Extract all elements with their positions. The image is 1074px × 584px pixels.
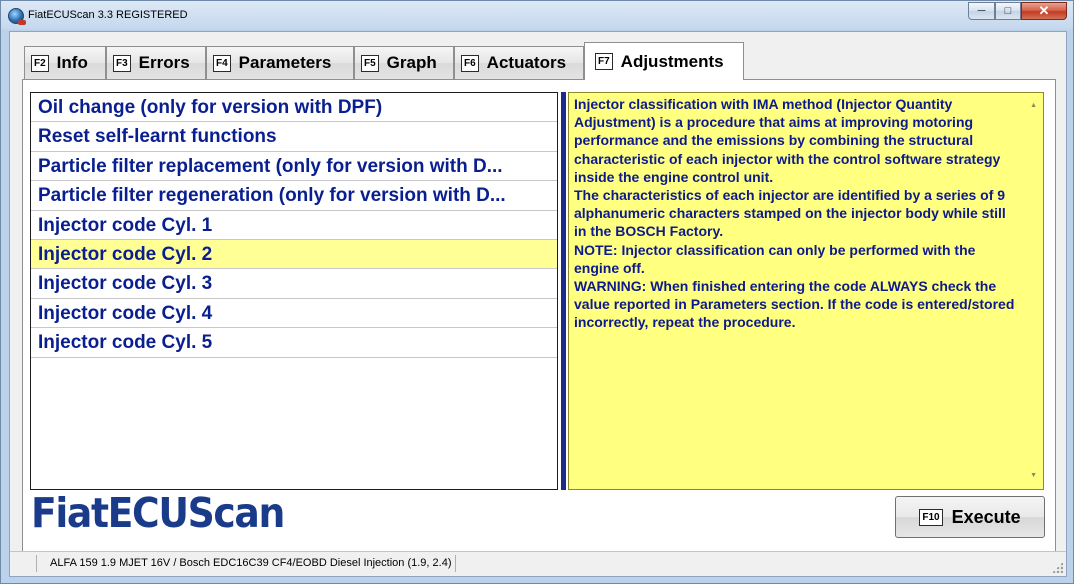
description-box: Injector classification with IMA method …: [568, 92, 1044, 490]
adjustments-panel: Oil change (only for version with DPF) R…: [22, 79, 1056, 570]
maximize-button[interactable]: □: [995, 2, 1021, 20]
tab-hotkey: F6: [461, 54, 479, 72]
tab-label: Actuators: [486, 53, 567, 72]
tab-label: Parameters: [238, 53, 332, 72]
adjustments-list[interactable]: Oil change (only for version with DPF) R…: [30, 92, 558, 490]
list-item-selected[interactable]: Injector code Cyl. 2: [31, 239, 557, 270]
scroll-down-icon[interactable]: ▼: [1030, 467, 1037, 485]
tab-adjustments[interactable]: F7 Adjustments: [584, 42, 744, 80]
list-item[interactable]: Oil change (only for version with DPF): [31, 93, 557, 123]
close-button[interactable]: ✕: [1021, 2, 1067, 20]
execute-hotkey: F10: [919, 508, 943, 526]
status-bar: ALFA 159 1.9 MJET 16V / Bosch EDC16C39 C…: [10, 551, 1066, 576]
tab-hotkey: F4: [213, 54, 231, 72]
app-window: FiatECUScan 3.3 REGISTERED ─ □ ✕ F2 Info…: [0, 0, 1074, 584]
tab-hotkey: F3: [113, 54, 131, 72]
tab-label: Info: [56, 53, 88, 72]
description-paragraph: The characteristics of each injector are…: [574, 187, 1006, 240]
tab-errors[interactable]: F3 Errors: [106, 46, 206, 79]
minimize-button[interactable]: ─: [968, 2, 995, 20]
tab-hotkey: F7: [595, 53, 613, 70]
description-warning: WARNING: When finished entering the code…: [574, 278, 1015, 331]
list-item[interactable]: Injector code Cyl. 3: [31, 269, 557, 299]
title-bar[interactable]: FiatECUScan 3.3 REGISTERED ─ □ ✕: [1, 1, 1073, 31]
panel-splitter[interactable]: [561, 92, 566, 490]
fiatecuscan-logo: FiatECUScan: [31, 489, 285, 537]
tab-parameters[interactable]: F4 Parameters: [206, 46, 354, 79]
list-item[interactable]: Reset self-learnt functions: [31, 122, 557, 152]
description-paragraph: Injector classification with IMA method …: [574, 96, 1001, 185]
vehicle-info: ALFA 159 1.9 MJET 16V / Bosch EDC16C39 C…: [36, 555, 456, 572]
maximize-icon: □: [1004, 5, 1012, 17]
tab-hotkey: F2: [31, 54, 49, 72]
execute-button[interactable]: F10 Execute: [895, 496, 1045, 538]
description-note: NOTE: Injector classification can only b…: [574, 241, 976, 276]
tab-label: Errors: [138, 53, 190, 72]
window-title: FiatECUScan 3.3 REGISTERED: [28, 9, 188, 21]
execute-label: Execute: [951, 506, 1021, 527]
list-item[interactable]: Particle filter regeneration (only for v…: [31, 181, 557, 211]
client-area: F2 Info F3 Errors F4 Parameters F5 Graph…: [9, 31, 1067, 577]
list-item[interactable]: Injector code Cyl. 1: [31, 211, 557, 240]
tab-graph[interactable]: F5 Graph: [354, 46, 454, 79]
minimize-icon: ─: [977, 5, 986, 17]
list-item[interactable]: Injector code Cyl. 4: [31, 299, 557, 329]
scroll-up-icon[interactable]: ▲: [1030, 97, 1037, 115]
tab-info[interactable]: F2 Info: [24, 46, 106, 79]
list-item[interactable]: Particle filter replacement (only for ve…: [31, 152, 557, 182]
list-item[interactable]: Injector code Cyl. 5: [31, 328, 557, 358]
close-icon: ✕: [1038, 3, 1050, 18]
tab-hotkey: F5: [361, 54, 379, 72]
tab-label: Adjustments: [620, 51, 724, 71]
tab-actuators[interactable]: F6 Actuators: [454, 46, 584, 79]
app-icon: [8, 8, 26, 25]
resize-grip-icon[interactable]: [1052, 562, 1063, 573]
tab-label: Graph: [386, 53, 437, 72]
caption-buttons: ─ □ ✕: [968, 2, 1067, 20]
